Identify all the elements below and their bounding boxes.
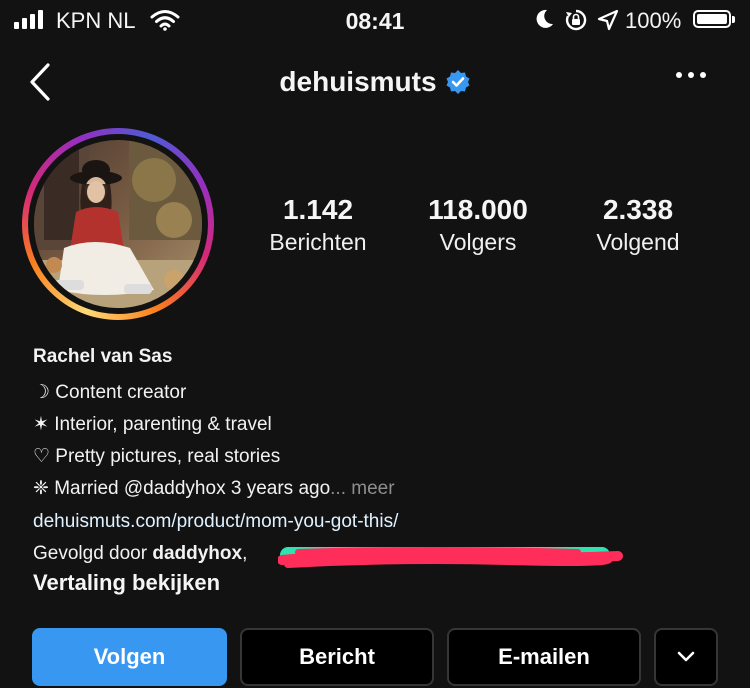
- followers-label: Volgers: [439, 229, 517, 255]
- profile-avatar[interactable]: [34, 140, 202, 308]
- bio-website-link[interactable]: dehuismuts.com/product/mom-you-got-this/: [33, 510, 398, 534]
- profile-username: dehuismuts: [279, 66, 437, 97]
- following-stat[interactable]: 2.338 Volgend: [563, 193, 713, 257]
- posts-stat[interactable]: 1.142 Berichten: [243, 193, 393, 257]
- following-label: Volgend: [596, 229, 680, 255]
- suggested-accounts-button[interactable]: [654, 628, 718, 686]
- redaction-scribble: [277, 544, 623, 570]
- profile-full-name: Rachel van Sas: [33, 346, 173, 367]
- followed-by-prefix: Gevolgd door: [33, 543, 153, 564]
- email-button[interactable]: E-mailen: [447, 628, 641, 686]
- bio-line-1: ☽ Content creator: [33, 382, 187, 403]
- profile-header: dehuismuts: [0, 66, 750, 100]
- see-translation-link[interactable]: Vertaling bekijken: [33, 570, 220, 596]
- bio-more-link[interactable]: ... meer: [330, 478, 394, 499]
- bio-line-4: ❈ Married @daddyhox 3 years ago... meer: [33, 477, 395, 501]
- followers-stat[interactable]: 118.000 Volgers: [403, 193, 553, 257]
- follow-button[interactable]: Volgen: [32, 628, 227, 686]
- battery-tip: [732, 16, 735, 23]
- more-horizontal-icon: [676, 72, 682, 78]
- moon-icon: [533, 8, 555, 36]
- chevron-down-icon: [677, 651, 695, 662]
- message-button[interactable]: Bericht: [240, 628, 434, 686]
- following-count: 2.338: [602, 194, 674, 225]
- followers-count: 118.000: [428, 194, 528, 225]
- more-dot: [688, 72, 694, 78]
- bio-line-3: ♡ Pretty pictures, real stories: [33, 446, 281, 467]
- battery-icon: [693, 10, 731, 28]
- battery-percentage: 100%: [625, 8, 682, 33]
- followed-by-separator: ,: [242, 543, 248, 564]
- rotation-lock-icon: [565, 9, 587, 37]
- followed-by-user: daddyhox: [152, 543, 243, 564]
- bio-line-2: ✶ Interior, parenting & travel: [33, 414, 272, 435]
- bio-line-4-text: ❈ Married @daddyhox: [33, 478, 226, 499]
- more-dot: [700, 72, 706, 78]
- posts-label: Berichten: [269, 229, 367, 255]
- more-options-button[interactable]: [676, 72, 706, 78]
- followed-by-text[interactable]: Gevolgd door daddyhox,: [33, 542, 247, 566]
- verified-badge-icon: [445, 69, 471, 100]
- posts-count: 1.142: [282, 194, 354, 225]
- location-arrow-icon: [597, 9, 619, 37]
- bio-line-4-ago: 3 years ago: [230, 478, 331, 499]
- status-bar: KPN NL 08:41 100%: [0, 0, 750, 42]
